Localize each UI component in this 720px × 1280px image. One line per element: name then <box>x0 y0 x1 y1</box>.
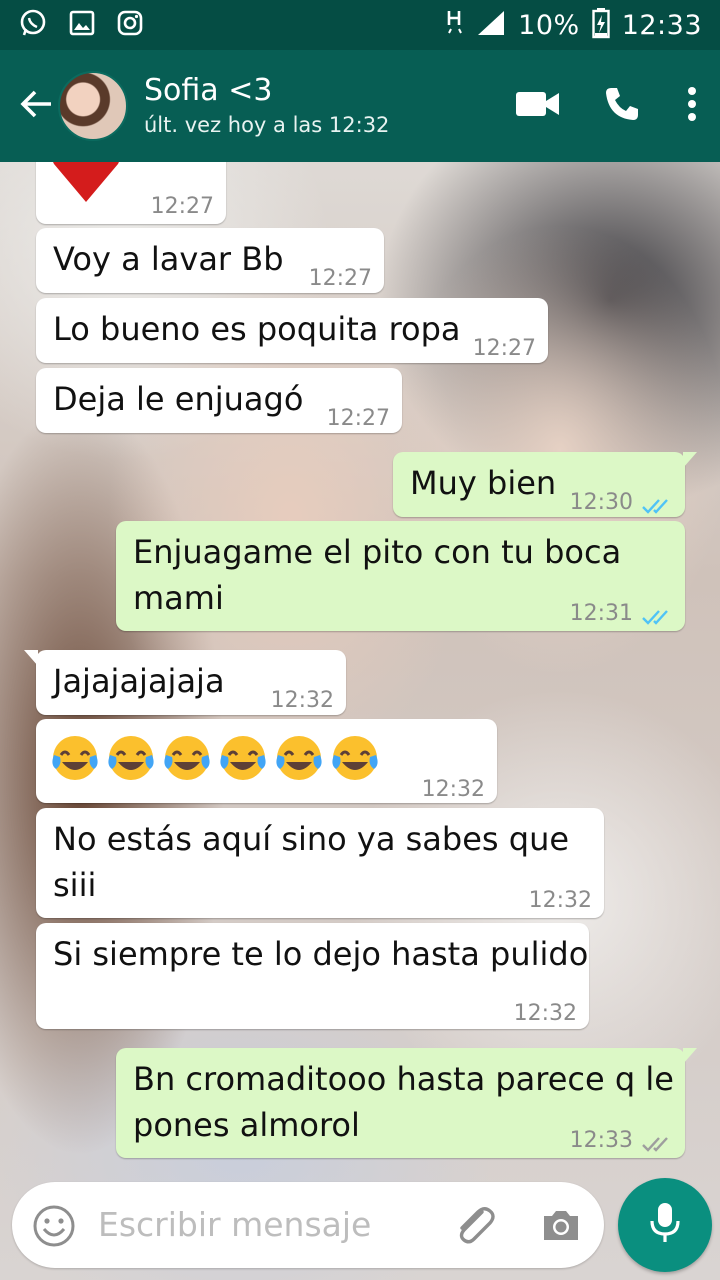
bubble-tail <box>24 650 38 666</box>
message-time: 12:32 <box>421 777 485 802</box>
face-with-tears-of-joy-emoji <box>106 733 156 783</box>
message-text: Voy a lavar Bb <box>53 240 284 278</box>
mic-icon <box>648 1201 682 1249</box>
overflow-menu-button[interactable] <box>664 50 720 162</box>
face-with-tears-of-joy-emoji <box>274 733 324 783</box>
message-bubble-incoming[interactable]: No estás aquí sino ya sabes que siii 12:… <box>36 808 604 918</box>
attach-icon[interactable] <box>452 1202 496 1252</box>
whatsapp-icon <box>18 8 48 42</box>
message-input[interactable]: Escribir mensaje <box>12 1182 604 1268</box>
clock: 12:33 <box>621 9 702 41</box>
message-time: 12:27 <box>472 336 536 361</box>
message-time: 12:32 <box>513 1001 577 1026</box>
chat-header: Sofia <3 últ. vez hoy a las 12:32 <box>0 50 720 162</box>
heart-emoji <box>50 162 122 216</box>
contact-info[interactable]: Sofia <3 últ. vez hoy a las 12:32 <box>144 72 389 140</box>
video-call-icon <box>515 89 561 123</box>
more-vert-icon <box>687 87 697 125</box>
message-text: Si siempre te lo dejo hasta pulido <box>53 935 589 973</box>
message-bubble-incoming[interactable]: Lo bueno es poquita ropa 12:27 <box>36 298 548 363</box>
message-time: 12:27 <box>308 266 372 291</box>
face-with-tears-of-joy-emoji <box>50 733 100 783</box>
message-input-placeholder: Escribir mensaje <box>98 1205 372 1244</box>
message-time: 12:33 <box>569 1128 633 1153</box>
last-seen: últ. vez hoy a las 12:32 <box>144 113 390 137</box>
message-time: 12:32 <box>270 688 334 713</box>
video-call-button[interactable] <box>496 50 580 162</box>
message-bubble-incoming[interactable]: 12:32 <box>36 719 497 803</box>
network-h-icon <box>446 8 464 42</box>
battery-icon <box>591 7 610 43</box>
message-list[interactable]: 12:27 Voy a lavar Bb 12:27 Lo bueno es p… <box>0 162 720 1170</box>
emoji-row <box>50 733 386 783</box>
message-text: No estás aquí sino ya sabes que siii <box>53 820 570 904</box>
read-receipt-icon <box>641 593 673 639</box>
message-time: 12:32 <box>528 888 592 913</box>
message-bubble-incoming[interactable]: Jajajajajaja 12:32 <box>24 650 346 715</box>
message-time: 12:31 <box>569 601 633 626</box>
emoji-icon[interactable] <box>32 1204 76 1252</box>
message-bubble-outgoing[interactable]: Muy bien 12:30 <box>393 452 697 517</box>
face-with-tears-of-joy-emoji <box>330 733 380 783</box>
message-time: 12:27 <box>326 406 390 431</box>
gallery-icon <box>68 9 96 41</box>
status-bar: 10% 12:33 <box>0 0 720 50</box>
message-text: Enjuagame el pito con tu boca mami <box>133 533 622 617</box>
message-text: Lo bueno es poquita ropa <box>53 310 461 348</box>
delivered-receipt-icon <box>641 1120 673 1166</box>
instagram-icon <box>116 9 144 41</box>
message-bubble-incoming[interactable]: Voy a lavar Bb 12:27 <box>36 228 384 293</box>
phone-icon <box>603 85 641 127</box>
battery-percent: 10% <box>518 9 580 41</box>
message-text: Jajajajajaja <box>53 662 225 700</box>
message-text: Muy bien <box>410 464 557 502</box>
bubble-tail <box>683 1048 697 1064</box>
back-arrow-icon <box>18 86 54 126</box>
message-time: 12:30 <box>569 490 633 515</box>
message-time: 12:27 <box>150 194 214 219</box>
voice-message-button[interactable] <box>618 1178 712 1272</box>
voice-call-button[interactable] <box>580 50 664 162</box>
message-text: Deja le enjuagó <box>53 380 304 418</box>
back-button[interactable] <box>0 50 56 162</box>
bubble-tail <box>683 452 697 468</box>
face-with-tears-of-joy-emoji <box>218 733 268 783</box>
message-bubble-incoming[interactable]: 12:27 <box>36 162 226 224</box>
message-bubble-outgoing[interactable]: Enjuagame el pito con tu boca mami 12:31 <box>116 521 685 631</box>
camera-icon[interactable] <box>540 1204 582 1250</box>
message-bubble-outgoing[interactable]: Bn cromaditooo hasta parece q le pones a… <box>116 1048 697 1158</box>
contact-name: Sofia <3 <box>144 73 273 108</box>
avatar[interactable] <box>58 71 128 141</box>
face-with-tears-of-joy-emoji <box>162 733 212 783</box>
composer-bar: Escribir mensaje <box>0 1170 720 1280</box>
message-bubble-incoming[interactable]: Si siempre te lo dejo hasta pulido 12:32 <box>36 923 589 1029</box>
signal-icon <box>476 9 506 41</box>
message-bubble-incoming[interactable]: Deja le enjuagó 12:27 <box>36 368 402 433</box>
